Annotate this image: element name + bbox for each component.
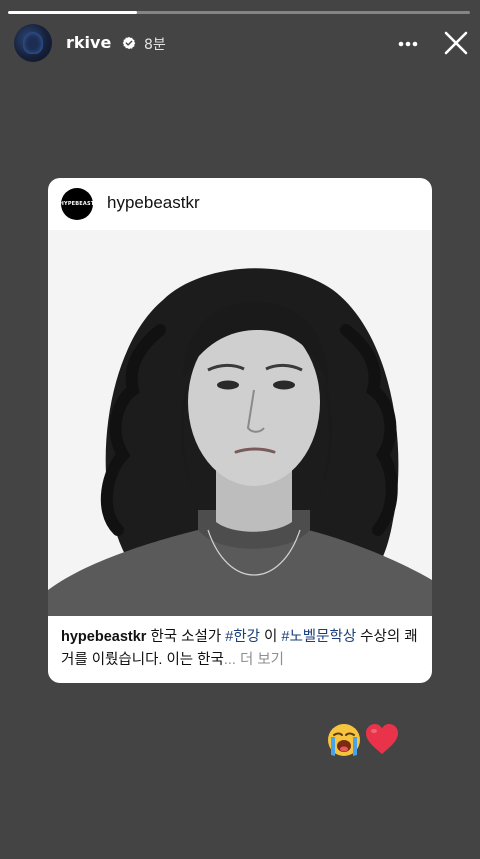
- story-username[interactable]: rkive: [66, 33, 111, 52]
- hashtag-link[interactable]: #노벨문학상: [281, 629, 356, 645]
- story-progress-bar: [8, 11, 470, 14]
- story-viewer[interactable]: rkive 8분 HYPEBEAST hypebeastkr hypebeast…: [0, 0, 480, 859]
- caption-username[interactable]: hypebeastkr: [61, 629, 146, 645]
- avatar-figure: [23, 32, 43, 54]
- shared-post-username[interactable]: hypebeastkr: [107, 193, 200, 213]
- caption-text: 한국 소설가: [146, 629, 226, 645]
- shared-post-card[interactable]: HYPEBEAST hypebeastkr hypebeastkr 한국 소설가…: [48, 178, 432, 683]
- story-header: rkive 8분: [14, 24, 470, 64]
- red-heart-emoji: [366, 724, 398, 754]
- story-reactions: [326, 722, 406, 762]
- shared-post-avatar-logo: HYPEBEAST: [59, 201, 95, 207]
- user-avatar[interactable]: [14, 24, 52, 62]
- story-time: 8분: [144, 37, 166, 53]
- verified-badge-icon: [122, 36, 136, 50]
- shared-post-header[interactable]: HYPEBEAST hypebeastkr: [48, 178, 432, 230]
- see-more-link[interactable]: ... 더 보기: [224, 652, 284, 668]
- shared-post-avatar[interactable]: HYPEBEAST: [59, 188, 95, 220]
- caption-text: 이: [259, 629, 282, 645]
- more-options-icon[interactable]: [394, 30, 422, 58]
- story-progress-fill: [8, 11, 138, 14]
- portrait-photo: [48, 230, 432, 616]
- shared-post-caption[interactable]: hypebeastkr 한국 소설가 #한강 이 #노벨문학상 수상의 쾌거를 …: [61, 626, 423, 672]
- loudly-crying-face-emoji: [328, 724, 360, 756]
- hashtag-link[interactable]: #한강: [225, 629, 260, 645]
- close-icon[interactable]: [442, 29, 470, 57]
